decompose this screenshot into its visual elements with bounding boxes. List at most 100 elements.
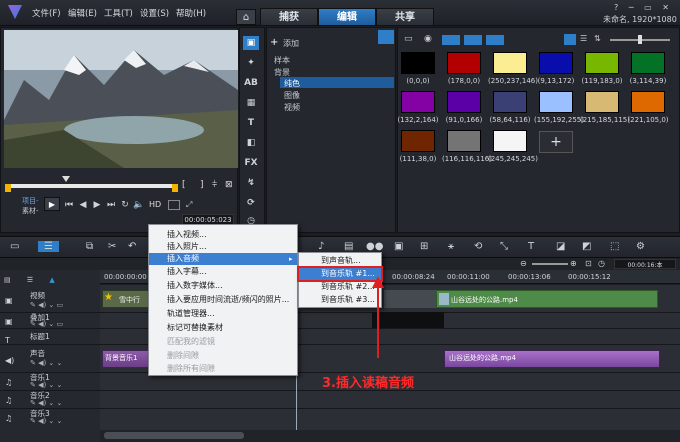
color-swatch[interactable] (631, 52, 665, 74)
motion-icon[interactable]: ⟳ (243, 196, 259, 210)
repeat-icon[interactable]: ↻ (118, 199, 132, 211)
scrub-bar[interactable] (6, 184, 178, 188)
music2-track-controls[interactable]: ✎ ◀) ⌄ ⌄ (30, 399, 62, 407)
add-track-icon[interactable]: ▲ (49, 276, 54, 284)
aspect-icon[interactable] (168, 200, 180, 210)
subtitle-icon[interactable]: ▣ (394, 241, 403, 252)
color-swatch[interactable] (447, 130, 481, 152)
audio-clip-1[interactable]: 背景音乐1 (102, 350, 152, 368)
color-swatch[interactable] (631, 91, 665, 113)
ctx-mark-replaceable[interactable]: 标记可替换素材 (149, 322, 297, 334)
film-icon[interactable]: ▤ (344, 241, 353, 252)
audio-mix-icon[interactable]: ●● (366, 241, 383, 252)
scrollbar-thumb[interactable] (104, 432, 244, 439)
color-swatch[interactable] (493, 91, 527, 113)
fit-icon[interactable]: ⊡ (585, 259, 592, 268)
undo-icon[interactable]: ↶ (128, 241, 136, 252)
filter-video-icon[interactable] (442, 35, 460, 45)
fx-icon[interactable]: FX (243, 156, 259, 170)
tab-edit[interactable]: 编辑 (318, 8, 376, 26)
filter-photo-icon[interactable] (464, 35, 482, 45)
ctx-insert-photo[interactable]: 插入照片... (149, 241, 297, 253)
zoom-out-icon[interactable]: ⊖ (520, 259, 527, 268)
sort-icon[interactable]: ⇅ (594, 34, 601, 43)
bracket-out-icon[interactable]: ] (200, 180, 204, 190)
tree-solid-color[interactable]: 纯色 (284, 78, 300, 89)
next-frame-icon[interactable]: ▶ (90, 199, 104, 211)
split-icon[interactable]: ⫩ (212, 180, 217, 190)
color-swatch[interactable] (539, 91, 573, 113)
instant-project-icon[interactable]: ✦ (243, 56, 259, 70)
menu-tools[interactable]: 工具(T) (104, 7, 133, 19)
add-color-button[interactable]: + (539, 131, 573, 153)
tree-video[interactable]: 视频 (284, 102, 300, 113)
mask-icon[interactable]: ◪ (556, 241, 565, 252)
ctx-insert-video[interactable]: 插入视频... (149, 229, 297, 241)
path-icon[interactable]: ↯ (243, 176, 259, 190)
split-audio-icon[interactable]: ♪ (318, 241, 324, 252)
sub-to-voice-track[interactable]: 到声音轨... (299, 255, 381, 267)
zoom-slider[interactable] (532, 263, 568, 265)
filter-audio-icon[interactable] (486, 35, 504, 45)
add-folder-button[interactable]: 添加 (283, 38, 299, 49)
text-3d-icon[interactable]: T (528, 241, 534, 252)
end-icon[interactable]: ⏭ (104, 199, 118, 211)
ctx-track-manager[interactable]: 轨道管理器... (149, 308, 297, 320)
voice-track-controls[interactable]: ✎ ◀) ⌄ ⌄ (30, 359, 62, 367)
home-icon[interactable]: ⌂ (236, 9, 256, 25)
circle-icon[interactable]: ◉ (424, 34, 432, 44)
audio-clip-2[interactable]: 山谷远处的公路.mp4 (444, 350, 660, 368)
folder-icon[interactable]: ▭ (404, 34, 413, 44)
transform-icon[interactable]: ⤡ (500, 241, 508, 252)
ctx-insert-timelapse[interactable]: 插入要应用时间流逝/频闪的照片... (149, 294, 297, 306)
home-start-icon[interactable]: ⏮ (62, 199, 76, 211)
mark-out-handle[interactable] (172, 184, 178, 192)
color-swatch[interactable] (585, 91, 619, 113)
list-view-icon[interactable]: ☰ (580, 34, 587, 43)
color-swatch[interactable] (493, 52, 527, 74)
music3-track-controls[interactable]: ✎ ◀) ⌄ ⌄ (30, 417, 62, 425)
menu-file[interactable]: 文件(F) (32, 7, 61, 19)
add-icon[interactable]: + (270, 37, 278, 48)
color-swatch[interactable] (585, 52, 619, 74)
overlay-track-controls[interactable]: ✎ ◀) ⌄ ▭ (30, 320, 63, 328)
transition-icon[interactable]: AB (243, 76, 259, 90)
volume-icon[interactable]: 🔈 (132, 199, 146, 211)
color-swatch[interactable] (401, 91, 435, 113)
ctx-insert-digital-media[interactable]: 插入数字媒体... (149, 280, 297, 292)
menu-settings[interactable]: 设置(S) (140, 7, 169, 19)
color-swatch[interactable] (447, 91, 481, 113)
hd-toggle[interactable]: HD (149, 200, 161, 209)
multicam-icon[interactable]: ⊞ (420, 241, 428, 252)
fullscreen-icon[interactable]: ⤢ (186, 200, 192, 210)
color-swatch[interactable] (539, 52, 573, 74)
menu-edit[interactable]: 编辑(E) (68, 7, 97, 19)
scissors-icon[interactable]: ✂ (108, 241, 116, 252)
timeline-timecode[interactable]: 00:00:16:本 (614, 259, 676, 269)
bracket-in-icon[interactable]: [ (182, 180, 186, 190)
track-tools-icon[interactable]: ▤ (4, 276, 11, 284)
ctx-insert-audio[interactable]: 插入音频 (149, 253, 297, 265)
tree-sample[interactable]: 样本 (274, 55, 290, 66)
snapshot-icon[interactable]: ⊠ (225, 180, 233, 190)
video-clip-2[interactable]: 山谷远处的公路.mp4 (436, 290, 658, 308)
playhead-marker[interactable] (62, 176, 70, 182)
video-clip-1[interactable]: ★ 雪中行 (102, 290, 150, 308)
color-swatch[interactable] (401, 52, 435, 74)
mark-in-handle[interactable] (5, 184, 11, 192)
export-icon[interactable]: ⬚ (610, 241, 619, 252)
graphic-icon[interactable]: ◧ (243, 136, 259, 150)
media-library-icon[interactable]: ▣ (243, 36, 259, 50)
timeline-view-icon[interactable]: ☰ (38, 241, 59, 252)
rotate-icon[interactable]: ⟲ (474, 241, 482, 252)
zoom-in-icon[interactable]: ⊕ (570, 259, 577, 268)
settings-icon[interactable]: ⚙ (636, 241, 645, 252)
storyboard-view-icon[interactable]: ▭ (10, 241, 19, 252)
tree-image[interactable]: 图像 (284, 90, 300, 101)
prev-frame-icon[interactable]: ◀ (76, 199, 90, 211)
ctx-insert-subtitle[interactable]: 插入字幕... (149, 266, 297, 278)
play-button[interactable]: ▶ (44, 197, 60, 211)
thumbnail-view-icon[interactable] (564, 34, 576, 45)
title-icon[interactable]: T (243, 116, 259, 130)
clip-mode-label[interactable]: 素材- (22, 206, 39, 216)
